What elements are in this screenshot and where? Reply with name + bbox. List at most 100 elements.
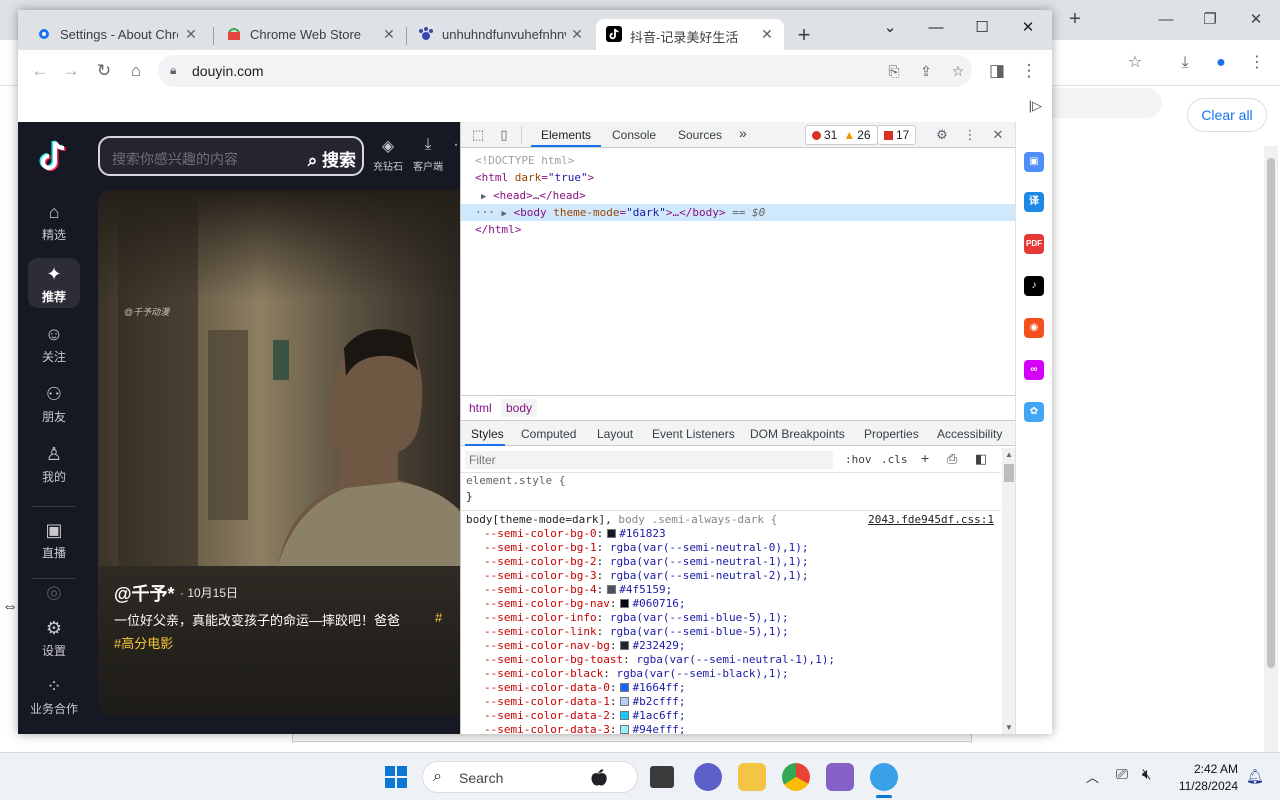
css-property[interactable]: --semi-color-data-1 bbox=[484, 695, 610, 708]
css-declaration[interactable]: --semi-color-data-3: #94efff; bbox=[466, 723, 685, 734]
css-declaration[interactable]: --semi-color-bg-toast: rgba(var(--semi-n… bbox=[466, 653, 835, 667]
back-arrow-icon[interactable]: ← bbox=[27, 58, 53, 84]
css-property[interactable]: --semi-color-bg-nav bbox=[484, 597, 610, 610]
css-declaration[interactable]: --semi-color-bg-4: #4f5159; bbox=[466, 583, 672, 597]
css-property[interactable]: --semi-color-info bbox=[484, 611, 597, 624]
css-value[interactable]: rgba(var(--semi-neutral-2),1); bbox=[610, 569, 809, 582]
css-value[interactable]: rgba(var(--semi-blue-5),1); bbox=[610, 625, 789, 638]
css-property[interactable]: --semi-color-bg-0 bbox=[484, 527, 597, 540]
download-icon[interactable]: ⤓ bbox=[1172, 50, 1198, 76]
clock-time[interactable]: 2:42 AM bbox=[1172, 762, 1238, 776]
chrome-menu-icon[interactable]: ⋮ bbox=[1244, 50, 1270, 76]
start-menu-icon[interactable] bbox=[385, 766, 407, 788]
breadcrumb-html[interactable]: html bbox=[469, 401, 492, 415]
sidebar-item-settings[interactable]: ⚙ 设置 bbox=[28, 618, 80, 662]
hover-state-toggle[interactable]: :hov bbox=[845, 453, 872, 466]
taskbar-search-box[interactable]: ⌕ Search 🍎︎ bbox=[422, 761, 638, 793]
sidebar-item-faded[interactable]: ◎ bbox=[28, 582, 80, 604]
tab-chrome-web-store[interactable]: Chrome Web Store ✕ bbox=[216, 19, 406, 50]
css-property[interactable]: --semi-color-bg-toast bbox=[484, 653, 623, 666]
tab-elements[interactable]: Elements bbox=[541, 128, 591, 142]
video-author[interactable]: @千予* bbox=[114, 580, 175, 606]
pdf-extension-icon[interactable]: PDF bbox=[1024, 234, 1044, 254]
chrome-menu-icon[interactable]: ⋮ bbox=[1016, 58, 1042, 84]
css-value[interactable]: #94efff; bbox=[632, 723, 685, 734]
image-extension-icon[interactable]: ▣ bbox=[1024, 152, 1044, 172]
css-value[interactable]: #1664ff; bbox=[632, 681, 685, 694]
forward-arrow-icon[interactable]: → bbox=[58, 58, 84, 84]
sidebar-item-featured[interactable]: ⌂ 精选 bbox=[28, 202, 80, 246]
css-property[interactable]: --semi-color-bg-4 bbox=[484, 583, 597, 596]
background-scrollbar[interactable] bbox=[1264, 146, 1278, 752]
css-declaration[interactable]: --semi-color-data-2: #1ac6ff; bbox=[466, 709, 685, 723]
close-tab-icon[interactable]: ✕ bbox=[182, 25, 200, 43]
home-icon[interactable]: ⌂ bbox=[123, 58, 149, 84]
issues-button[interactable]: 17 bbox=[877, 125, 917, 145]
css-declaration[interactable]: --semi-color-bg-1: rgba(var(--semi-neutr… bbox=[466, 541, 809, 555]
color-swatch[interactable] bbox=[607, 585, 617, 594]
lock-icon[interactable]: 🔒︎ bbox=[170, 63, 176, 78]
rule-selector[interactable]: body[theme-mode=dark], body .semi-always… bbox=[466, 513, 996, 527]
styles-filter-input[interactable] bbox=[465, 451, 833, 469]
tab-douyin[interactable]: 抖音-记录美好生活 ✕ bbox=[596, 19, 784, 50]
background-omnibox[interactable] bbox=[1052, 88, 1162, 118]
css-value[interactable]: #161823 bbox=[619, 527, 665, 540]
css-declaration[interactable]: --semi-color-link: rgba(var(--semi-blue-… bbox=[466, 625, 789, 639]
body-node[interactable]: ··· ▶ <body theme-mode="dark">…</body> =… bbox=[461, 204, 1015, 221]
bookmark-star-icon[interactable]: ☆ bbox=[946, 59, 970, 83]
background-close-icon[interactable]: ✕ bbox=[1242, 6, 1270, 34]
sidebar-item-friends[interactable]: ⚇ 朋友 bbox=[28, 384, 80, 428]
more-header-action[interactable]: · bbox=[450, 136, 460, 158]
console-counts-button[interactable]: 31 ▲ 26 bbox=[805, 125, 878, 145]
tab-console[interactable]: Console bbox=[612, 128, 656, 142]
color-swatch[interactable] bbox=[620, 599, 630, 608]
html-node[interactable]: <html dark="true"> bbox=[475, 169, 594, 186]
css-declaration[interactable]: --semi-color-bg-0: #161823 bbox=[466, 527, 666, 541]
new-tab-button[interactable]: + bbox=[792, 24, 816, 48]
devtools-menu-icon[interactable]: ⋮ bbox=[961, 126, 979, 144]
css-property[interactable]: --semi-color-link bbox=[484, 625, 597, 638]
search-button[interactable]: ⌕ 搜索 bbox=[308, 146, 356, 171]
douyin-search-box[interactable]: 搜索你感兴趣的内容 ⌕ 搜索 bbox=[98, 136, 364, 176]
clock-date[interactable]: 11/28/2024 bbox=[1172, 779, 1238, 793]
task-view-icon[interactable] bbox=[650, 766, 674, 788]
css-declaration[interactable]: --semi-color-nav-bg: #232429; bbox=[466, 639, 685, 653]
tab-sources[interactable]: Sources bbox=[678, 128, 722, 142]
tab-search-chevron-icon[interactable]: ⌄ bbox=[870, 14, 910, 42]
doctype-line[interactable]: <!DOCTYPE html> bbox=[475, 152, 574, 169]
video-hashtag[interactable]: # bbox=[435, 610, 442, 625]
tab-dom-breakpoints[interactable]: DOM Breakpoints bbox=[750, 427, 845, 441]
minimize-icon[interactable]: — bbox=[916, 14, 956, 42]
css-value[interactable]: rgba(var(--semi-neutral-0),1); bbox=[610, 541, 809, 554]
css-value[interactable]: #232429; bbox=[632, 639, 685, 652]
close-tab-icon[interactable]: ✕ bbox=[380, 25, 398, 43]
weibo-extension-icon[interactable]: ◉ bbox=[1024, 318, 1044, 338]
tab-layout[interactable]: Layout bbox=[597, 427, 633, 441]
css-value[interactable]: rgba(var(--semi-black),1); bbox=[616, 667, 788, 680]
styles-scrollbar[interactable]: ▲ ▼ bbox=[1002, 448, 1015, 734]
tab-computed[interactable]: Computed bbox=[521, 427, 576, 441]
video-hashtag-movie[interactable]: #高分电影 bbox=[114, 633, 173, 652]
css-declaration[interactable]: --semi-color-bg-2: rgba(var(--semi-neutr… bbox=[466, 555, 809, 569]
clear-all-button[interactable]: Clear all bbox=[1187, 98, 1267, 132]
device-toolbar-icon[interactable]: ▯ bbox=[495, 126, 513, 144]
maximize-icon[interactable]: ☐ bbox=[962, 14, 1002, 42]
search-placeholder[interactable]: 搜索你感兴趣的内容 bbox=[112, 149, 238, 169]
css-declaration[interactable]: --semi-color-bg-nav: #060716; bbox=[466, 597, 685, 611]
volume-muted-icon[interactable]: 🔇︎ bbox=[1142, 766, 1151, 783]
client-download-button[interactable]: ⤓ 客户端 bbox=[410, 136, 446, 173]
background-restore-icon[interactable]: ❐ bbox=[1196, 6, 1224, 34]
css-property[interactable]: --semi-color-nav-bg bbox=[484, 639, 610, 652]
sidebar-item-recommend[interactable]: ✦ 推荐 bbox=[28, 258, 80, 308]
address-bar[interactable]: 🔒︎ douyin.com ⎘ ⇪ ☆ bbox=[158, 55, 972, 87]
css-value[interactable]: #1ac6ff; bbox=[632, 709, 685, 722]
profile-icon[interactable]: ● bbox=[1208, 50, 1234, 76]
visual-studio-icon[interactable] bbox=[826, 763, 854, 791]
styles-scrollbar-thumb[interactable] bbox=[1004, 464, 1014, 482]
close-devtools-icon[interactable]: ✕ bbox=[989, 126, 1007, 144]
tab-accessibility[interactable]: Accessibility bbox=[937, 427, 1002, 441]
chat-icon[interactable] bbox=[694, 763, 722, 791]
css-property[interactable]: --semi-color-data-0 bbox=[484, 681, 610, 694]
css-value[interactable]: rgba(var(--semi-neutral-1),1); bbox=[610, 555, 809, 568]
expand-panel-icon[interactable]: |▷ bbox=[1029, 98, 1042, 114]
